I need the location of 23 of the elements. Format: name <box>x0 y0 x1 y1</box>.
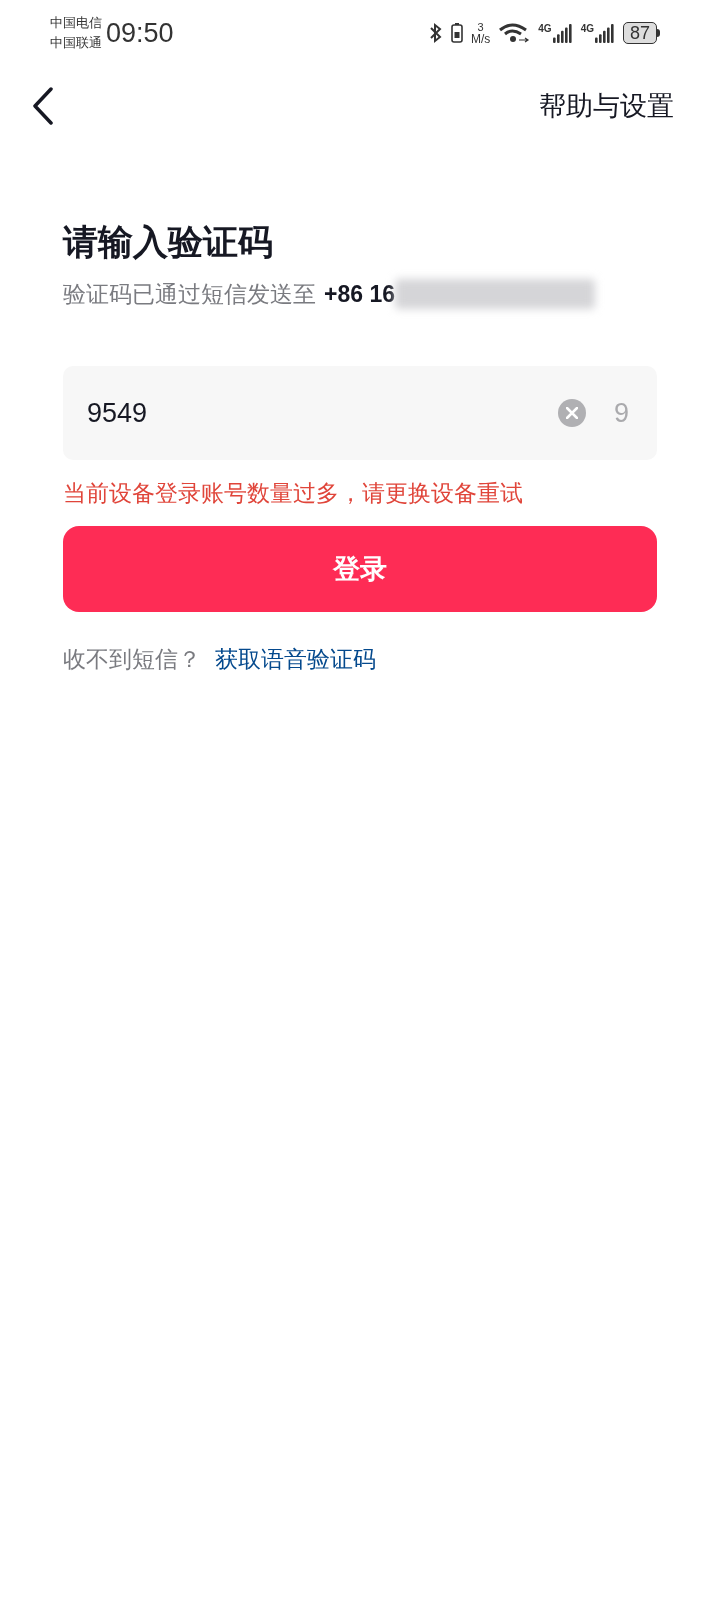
code-value: 9549 <box>87 396 149 430</box>
wifi-icon <box>498 22 531 44</box>
clock: 09:50 <box>106 16 174 50</box>
network-type: 4G <box>580 23 594 35</box>
code-input-field[interactable]: 9549 9 <box>63 366 657 460</box>
page-title: 请输入验证码 <box>63 221 274 263</box>
voice-code-link[interactable]: 获取语音验证码 <box>215 642 376 677</box>
network-type: 4G <box>538 23 552 35</box>
signal-icon <box>594 23 615 43</box>
carrier-name: 中国电信 <box>50 14 102 32</box>
no-sms-prompt: 收不到短信？ <box>63 645 201 674</box>
error-message: 当前设备登录账号数量过多，请更换设备重试 <box>63 479 524 508</box>
signal-icon <box>552 23 573 43</box>
speed-value: 3 <box>477 21 484 33</box>
sms-sent-notice: 验证码已通过短信发送至 <box>63 279 316 309</box>
carrier-name: 中国联通 <box>50 34 102 52</box>
countdown: 9 <box>613 396 629 430</box>
bluetooth-icon <box>428 22 443 44</box>
phone-number: +86 16 <box>324 279 395 309</box>
speed-unit: M/s <box>470 33 491 45</box>
help-settings-link[interactable]: 帮助与设置 <box>539 85 674 127</box>
login-button[interactable]: 登录 <box>63 526 657 612</box>
battery-level: 87 <box>622 22 657 44</box>
